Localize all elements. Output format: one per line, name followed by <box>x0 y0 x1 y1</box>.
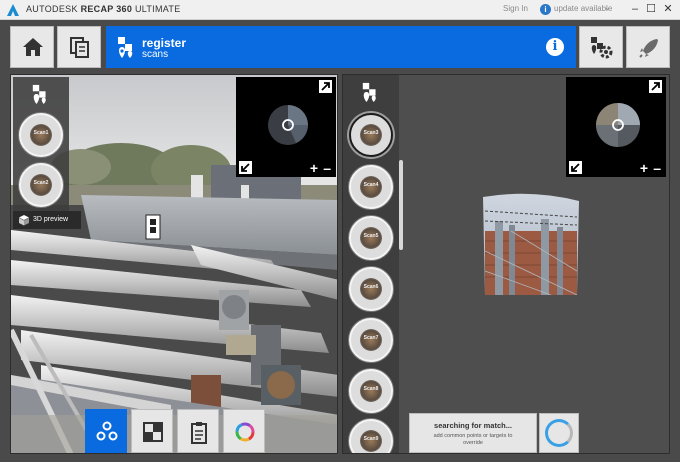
thumbnail-scrollbar[interactable] <box>399 160 403 250</box>
title-brand: AUTODESK <box>26 4 78 14</box>
title-edition: ULTIMATE <box>134 4 181 14</box>
scan-thumbnail[interactable]: Scan8 <box>349 369 393 413</box>
scan-thumbnail[interactable]: Scan4 <box>349 165 393 209</box>
split-view-icon <box>143 422 163 442</box>
thumbnail-label: Scan8 <box>363 386 379 392</box>
register-icon <box>32 84 46 104</box>
copy-icon <box>70 37 89 58</box>
home-button[interactable] <box>10 26 54 68</box>
sign-in-link[interactable]: Sign In <box>503 4 528 13</box>
register-icon <box>118 37 133 58</box>
thumbnail-label: Scan6 <box>363 284 379 290</box>
collapse-icon[interactable] <box>569 161 582 174</box>
3d-preview-button[interactable]: 3D preview <box>13 211 81 229</box>
right-scan-viewer[interactable]: Scan3 Scan4 Scan5 Scan6 Scan7 Scan8 Scan… <box>342 74 670 454</box>
match-status-hint: add common points or targets to override <box>433 433 513 446</box>
loading-indicator <box>539 413 579 453</box>
spinner-icon <box>545 419 573 447</box>
color-wheel-icon <box>235 422 255 442</box>
split-view-button[interactable] <box>131 409 173 453</box>
left-scan-viewer[interactable]: Scan1 Scan2 3D preview + – <box>10 74 338 454</box>
clipboard-icon <box>191 422 207 444</box>
expand-icon[interactable] <box>319 80 332 93</box>
target-scan-preview[interactable] <box>481 191 581 295</box>
zoom-in-button[interactable]: + <box>640 161 648 175</box>
cube-icon <box>19 215 29 226</box>
left-minimap[interactable]: + – <box>236 77 336 177</box>
zoom-out-button[interactable]: – <box>323 161 331 175</box>
thumbnail-label: Scan9 <box>363 436 379 442</box>
update-info-icon[interactable]: i <box>540 4 551 15</box>
top-toolbar: register scans i <box>0 20 680 74</box>
autodesk-logo-icon <box>7 4 19 16</box>
scan-thumbnail[interactable]: Scan2 <box>19 163 63 207</box>
expand-icon[interactable] <box>649 80 662 93</box>
rocket-icon <box>639 39 658 58</box>
zoom-out-button[interactable]: – <box>653 161 661 175</box>
scan-thumbnail[interactable]: Scan9 <box>349 419 393 453</box>
thumbnail-label: Scan7 <box>363 335 379 341</box>
minimize-button[interactable]: – <box>628 2 642 16</box>
thumbnail-label: Scan3 <box>363 130 379 136</box>
3d-preview-label: 3D preview <box>33 216 69 223</box>
settings-button[interactable] <box>579 26 623 68</box>
app-title: AUTODESK RECAP 360 ULTIMATE <box>26 4 181 14</box>
thumbnail-label: Scan4 <box>363 182 379 188</box>
scans-button[interactable] <box>57 26 101 68</box>
scan-thumbnail[interactable]: Scan5 <box>349 216 393 260</box>
right-scan-strip[interactable]: Scan3 Scan4 Scan5 Scan6 Scan7 Scan8 Scan… <box>343 75 399 453</box>
register-icon <box>362 82 376 102</box>
scan-thumbnail[interactable]: Scan6 <box>349 267 393 311</box>
collapse-icon[interactable] <box>239 161 252 174</box>
clusters-icon <box>96 421 118 441</box>
settings-icon <box>591 37 613 59</box>
zoom-in-button[interactable]: + <box>310 161 318 175</box>
scan-thumbnail[interactable]: Scan1 <box>19 113 63 157</box>
color-mode-button[interactable] <box>223 409 265 453</box>
title-product: RECAP 360 <box>80 4 133 14</box>
close-button[interactable]: ✕ <box>661 2 675 16</box>
scan-thumbnail-selected[interactable]: Scan3 <box>349 113 393 157</box>
banner-subtitle: scans <box>142 49 169 60</box>
launch-button[interactable] <box>626 26 670 68</box>
clusters-button[interactable] <box>85 409 127 453</box>
maximize-button[interactable]: ☐ <box>644 2 658 16</box>
thumbnail-label: Scan5 <box>363 233 379 239</box>
update-dropdown-icon[interactable]: ⌄ <box>604 3 611 12</box>
thumbnail-label: Scan2 <box>33 180 49 186</box>
right-minimap[interactable]: + – <box>566 77 666 177</box>
scan-thumbnail[interactable]: Scan7 <box>349 318 393 362</box>
match-status-panel: searching for match... add common points… <box>409 413 537 453</box>
info-icon[interactable]: i <box>546 38 564 56</box>
thumbnail-label: Scan1 <box>33 130 49 136</box>
left-scan-strip: Scan1 Scan2 <box>13 77 69 227</box>
home-icon <box>23 38 43 56</box>
title-bar: AUTODESK RECAP 360 ULTIMATE Sign In i up… <box>0 0 680 20</box>
report-button[interactable] <box>177 409 219 453</box>
match-status-title: searching for match... <box>434 421 512 430</box>
register-scans-banner: register scans i <box>106 26 576 68</box>
banner-title: register <box>142 36 187 50</box>
